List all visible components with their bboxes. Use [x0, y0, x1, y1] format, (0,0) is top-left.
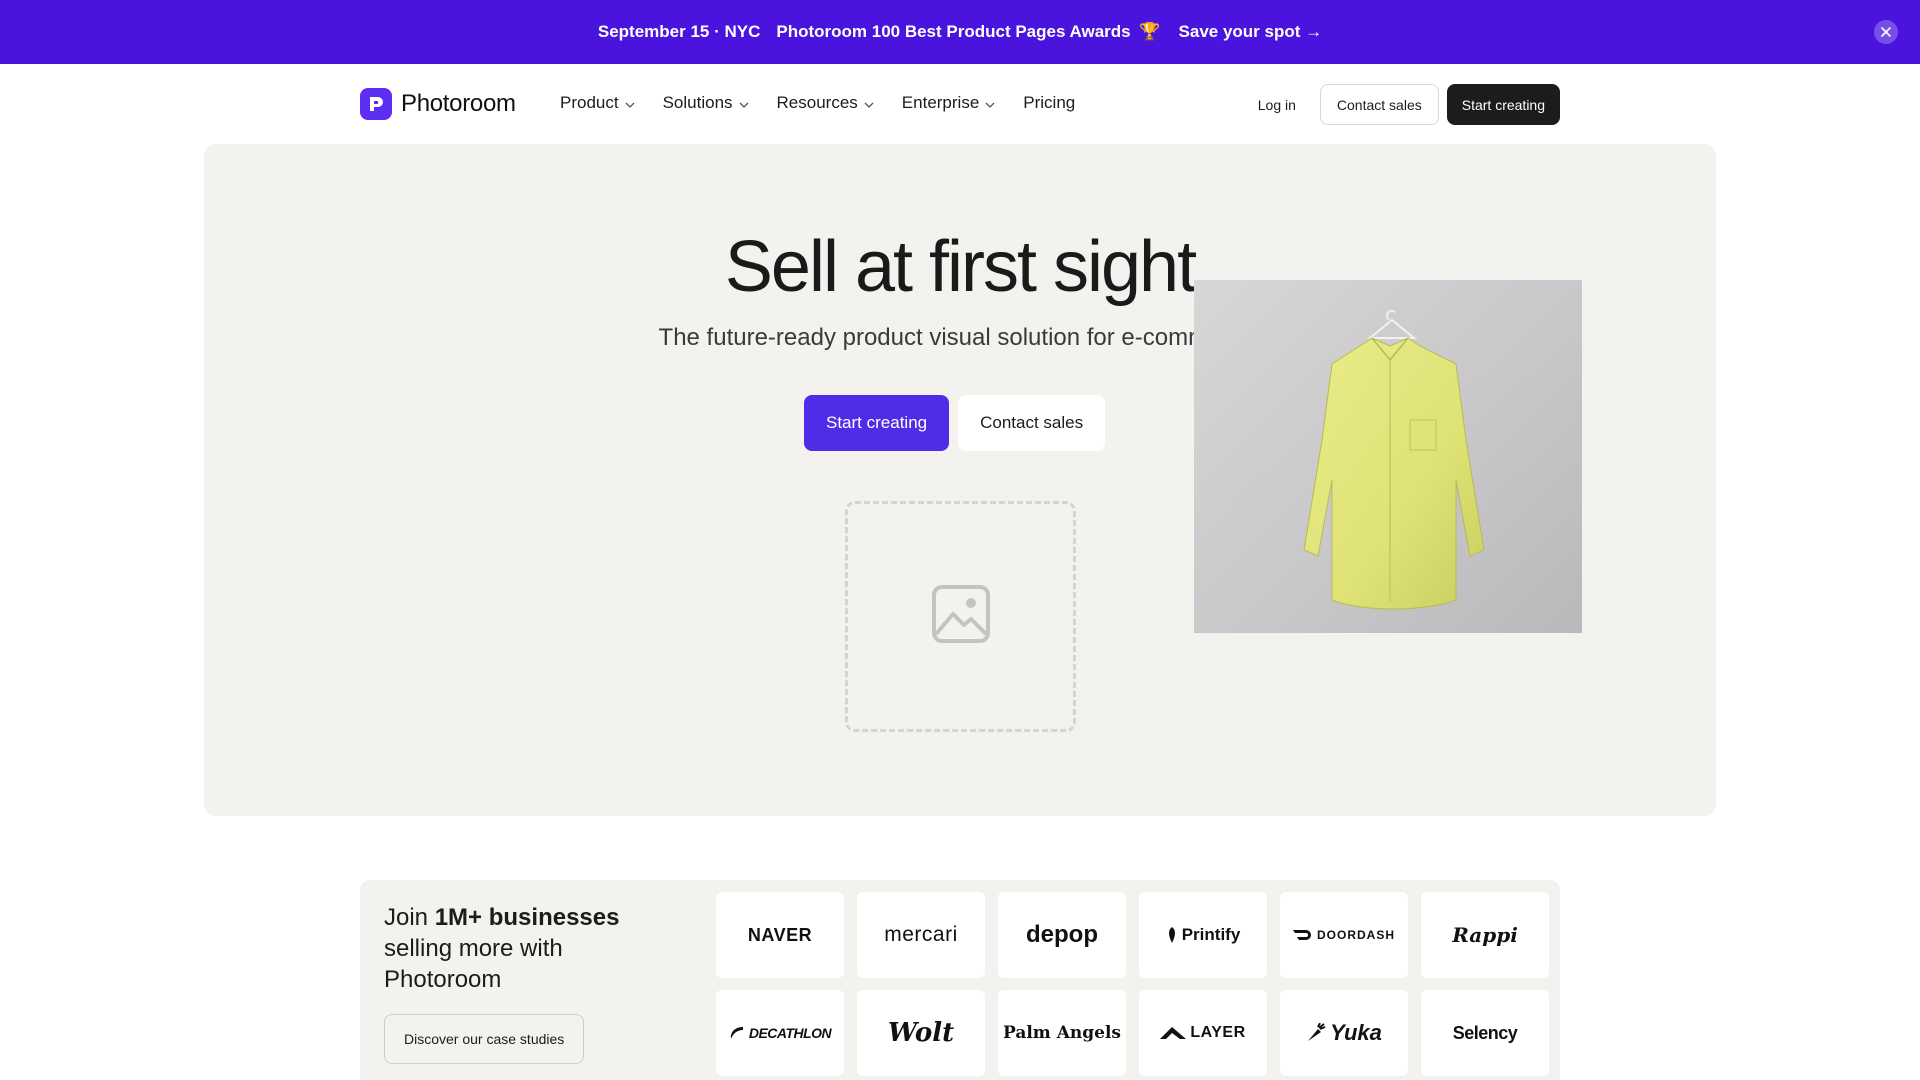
decathlon-logo[interactable]: DECATHLON: [716, 990, 844, 1076]
nav-actions: Log in Contact sales Start creating: [1258, 84, 1560, 125]
selency-logo[interactable]: Selency: [1421, 990, 1549, 1076]
customers-headline: Join 1M+ businesses selling more with Ph…: [384, 904, 620, 993]
start-creating-button[interactable]: Start creating: [1446, 84, 1560, 125]
close-icon[interactable]: [1874, 20, 1898, 44]
login-link[interactable]: Log in: [1258, 97, 1296, 113]
product-photo: [1194, 280, 1582, 633]
doordash-wordmark: DOORDASH: [1316, 928, 1395, 942]
layer-wordmark: LAYER: [1190, 1024, 1246, 1041]
promo-banner[interactable]: September 15 · NYC Photoroom 100 Best Pr…: [0, 0, 1920, 64]
palm-angels-logo[interactable]: Palm Angels: [998, 990, 1126, 1076]
hero-start-creating-button[interactable]: Start creating: [804, 395, 950, 451]
decathlon-mark-icon: [729, 1026, 745, 1040]
menu-pricing-label: Pricing: [1023, 93, 1076, 112]
hero-contact-sales-button[interactable]: Contact sales: [958, 395, 1106, 451]
brand-name: Photoroom: [401, 90, 516, 117]
banner-date: September 15 · NYC: [597, 22, 761, 41]
yuka-logo[interactable]: Yuka: [1280, 990, 1408, 1076]
image-upload-dropzone[interactable]: [845, 501, 1076, 732]
layer-logo[interactable]: LAYER: [1139, 990, 1267, 1076]
trophy-icon: 🏆: [1139, 22, 1161, 41]
menu-enterprise-label: Enterprise: [901, 93, 980, 112]
menu-enterprise[interactable]: Enterprise: [902, 93, 995, 113]
menu-resources[interactable]: Resources: [777, 93, 874, 113]
case-studies-button[interactable]: Discover our case studies: [384, 1014, 585, 1064]
chevron-down-icon: [625, 93, 635, 113]
image-placeholder-icon: [931, 584, 991, 649]
chevron-down-icon: [985, 93, 995, 113]
naver-logo[interactable]: NAVER: [716, 892, 844, 978]
banner-award-text: Photoroom 100 Best Product Pages Awards …: [776, 22, 1161, 41]
contact-sales-button[interactable]: Contact sales: [1319, 84, 1439, 125]
chevron-down-icon: [739, 93, 749, 113]
printify-logo[interactable]: Printify: [1139, 892, 1267, 978]
menu-pricing[interactable]: Pricing: [1023, 93, 1075, 113]
banner-cta-link[interactable]: Save your spot →: [1179, 22, 1323, 42]
wolt-logo[interactable]: Wolt: [857, 990, 985, 1076]
hero-actions: Start creating Contact sales: [804, 395, 1106, 451]
customers-section: Join 1M+ businesses selling more with Ph…: [360, 880, 1560, 1080]
menu-resources-label: Resources: [776, 93, 858, 112]
photoroom-logo-icon: [360, 88, 392, 120]
menu-solutions-label: Solutions: [662, 93, 733, 112]
menu-product-label: Product: [560, 93, 619, 112]
menu-solutions[interactable]: Solutions: [663, 93, 749, 113]
customer-logo-grid: NAVER mercari depop Printify DOORDASH Ra…: [716, 892, 1549, 1076]
doordash-mark-icon: [1292, 929, 1313, 941]
yuka-wordmark: Yuka: [1330, 1020, 1382, 1045]
chevron-down-icon: [864, 93, 874, 113]
main-menu: Product Solutions Resources Enterprise P…: [560, 93, 1103, 113]
carrot-icon: [1306, 1023, 1326, 1043]
layer-mark-icon: [1160, 1027, 1187, 1039]
brand-logo[interactable]: Photoroom: [360, 88, 516, 120]
printify-wordmark: Printify: [1181, 925, 1241, 944]
doordash-logo[interactable]: DOORDASH: [1280, 892, 1408, 978]
menu-product[interactable]: Product: [560, 93, 635, 113]
depop-logo[interactable]: depop: [998, 892, 1126, 978]
decathlon-wordmark: DECATHLON: [748, 1025, 832, 1041]
top-navigation: Photoroom Product Solutions Resources En…: [0, 64, 1920, 144]
printify-mark-icon: [1166, 927, 1178, 943]
mercari-logo[interactable]: mercari: [857, 892, 985, 978]
rappi-logo[interactable]: Rappi: [1421, 892, 1549, 978]
